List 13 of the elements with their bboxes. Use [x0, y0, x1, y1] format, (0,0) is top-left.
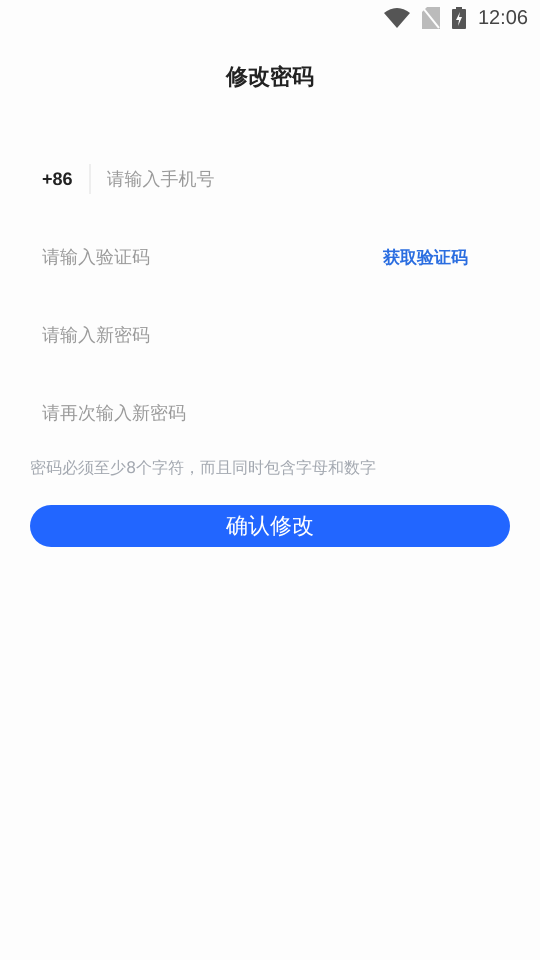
no-sim-icon: [422, 7, 440, 29]
confirm-button[interactable]: 确认修改: [30, 505, 510, 547]
phone-field[interactable]: 请输入手机号: [106, 164, 498, 194]
password-field[interactable]: 请输入新密码: [42, 320, 498, 350]
password-hint: 密码必须至少8个字符，而且同时包含字母和数字: [30, 458, 378, 479]
battery-charging-icon: [452, 7, 466, 29]
code-field[interactable]: 请输入验证码: [42, 242, 383, 272]
status-time: 12:06: [478, 6, 528, 30]
page-title: 修改密码: [224, 64, 315, 92]
get-code-link[interactable]: 获取验证码: [383, 242, 468, 272]
password-field[interactable]: 请再次输入新密码: [42, 398, 498, 428]
country-code[interactable]: +86: [42, 164, 91, 194]
wifi-icon: [384, 8, 410, 28]
